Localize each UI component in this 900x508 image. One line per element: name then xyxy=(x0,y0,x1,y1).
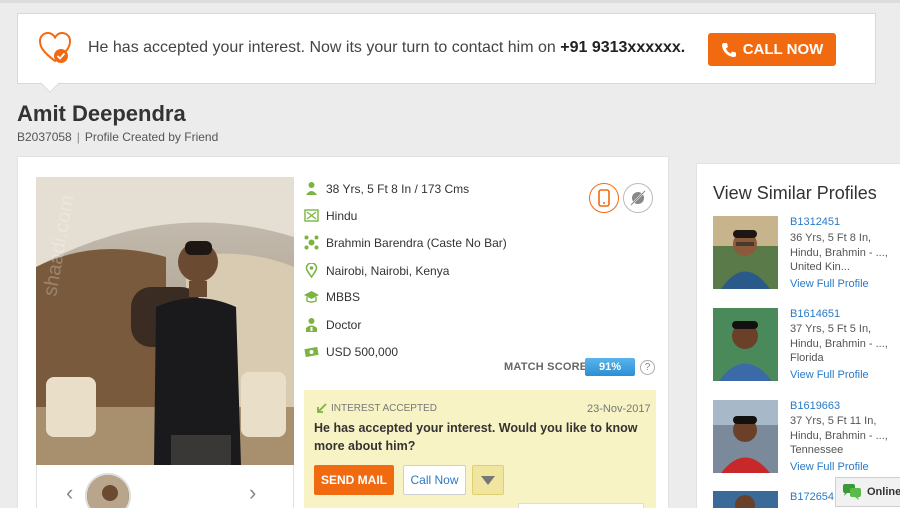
graduation-cap-icon xyxy=(304,291,319,303)
profile-photo[interactable]: shaadi.com xyxy=(36,177,294,465)
community-icon xyxy=(304,235,319,250)
location-pin-icon xyxy=(305,263,318,278)
online-chat-button[interactable]: Online xyxy=(835,477,900,507)
profile-created-by: Profile Created by Friend xyxy=(84,130,219,144)
detail-text: Brahmin Barendra (Caste No Bar) xyxy=(326,235,507,250)
separator: | xyxy=(76,130,80,144)
similar-profile-photo[interactable] xyxy=(713,491,778,508)
detail-community: Brahmin Barendra (Caste No Bar) xyxy=(304,235,507,250)
detail-text: 38 Yrs, 5 Ft 8 In / 173 Cms xyxy=(326,181,470,196)
similar-profile-photo[interactable] xyxy=(713,216,778,289)
jet-cabin-photo: shaadi.com xyxy=(36,177,294,465)
similar-profile-id[interactable]: B172654 xyxy=(790,491,834,503)
detail-text: Doctor xyxy=(326,317,362,332)
similar-profiles-title: View Similar Profiles xyxy=(713,183,877,203)
detail-location: Nairobi, Nairobi, Kenya xyxy=(304,263,449,278)
detail-text: Hindu xyxy=(326,208,358,223)
notice-text: He has accepted your interest. Now its y… xyxy=(88,39,556,56)
profile-name: Amit Deependra xyxy=(17,101,186,126)
interest-status: INTEREST ACCEPTED xyxy=(316,403,437,414)
accepted-arrow-icon xyxy=(317,403,327,413)
detail-income: USD 500,000 xyxy=(304,344,398,359)
view-full-profile-link[interactable]: View Full Profile xyxy=(790,278,869,290)
chat-bubbles-icon xyxy=(843,484,861,500)
detail-text: MBBS xyxy=(326,289,361,304)
partial-input-field[interactable] xyxy=(518,503,644,508)
help-icon[interactable]: ? xyxy=(640,360,655,375)
match-score-label: MATCH SCORE xyxy=(504,361,588,373)
person-icon xyxy=(306,182,317,195)
interest-message: He has accepted your interest. Would you… xyxy=(314,421,638,453)
similar-profile-id[interactable]: B1614651 xyxy=(790,308,840,320)
detail-text: Nairobi, Nairobi, Kenya xyxy=(326,263,450,278)
chevron-down-icon xyxy=(481,475,495,485)
send-mail-button[interactable]: SEND MAIL xyxy=(314,465,394,495)
detail-profession: Doctor xyxy=(304,317,361,332)
notice-phone: +91 9313xxxxxx. xyxy=(560,39,686,56)
interest-date: 23-Nov-2017 xyxy=(587,403,651,415)
heart-check-icon xyxy=(38,31,72,63)
similar-profile-desc: 37 Yrs, 5 Ft 11 In, Hindu, Brahmin - ...… xyxy=(790,415,888,456)
notice-message: He has accepted your interest. Now its y… xyxy=(88,39,685,57)
doctor-icon xyxy=(306,318,317,332)
similar-profile-photo[interactable] xyxy=(713,400,778,473)
detail-religion: Hindu xyxy=(304,208,357,223)
detail-education: MBBS xyxy=(304,289,360,304)
similar-profile-desc: 37 Yrs, 5 Ft 5 In, Hindu, Brahmin - ...,… xyxy=(790,323,888,364)
top-border xyxy=(0,0,900,3)
call-now-link-button[interactable]: Call Now xyxy=(403,465,466,495)
call-now-button[interactable]: CALL NOW xyxy=(708,33,836,66)
view-full-profile-link[interactable]: View Full Profile xyxy=(790,369,869,381)
more-options-button[interactable] xyxy=(472,465,504,495)
next-photo-arrow-icon[interactable]: › xyxy=(249,480,256,506)
match-score-bar: 91% xyxy=(585,358,635,376)
similar-profile-desc: 36 Yrs, 5 Ft 8 In, Hindu, Brahmin - ...,… xyxy=(790,232,888,273)
view-full-profile-link[interactable]: View Full Profile xyxy=(790,461,869,473)
phone-icon xyxy=(721,42,736,57)
profile-id: B2037058 xyxy=(17,130,72,144)
similar-profile-photo[interactable] xyxy=(713,308,778,381)
money-icon xyxy=(304,346,319,358)
social-media-icon[interactable] xyxy=(623,183,653,213)
call-now-label: CALL NOW xyxy=(742,41,824,58)
similar-profile-id[interactable]: B1619663 xyxy=(790,400,840,412)
religion-icon xyxy=(304,209,319,222)
detail-age-height: 38 Yrs, 5 Ft 8 In / 173 Cms xyxy=(304,181,469,196)
prev-photo-arrow-icon[interactable]: ‹ xyxy=(66,480,73,506)
online-label: Online xyxy=(867,486,900,498)
mobile-verified-icon[interactable] xyxy=(589,183,619,213)
similar-profile-id[interactable]: B1312451 xyxy=(790,216,840,228)
interest-status-label: INTEREST ACCEPTED xyxy=(331,403,437,414)
profile-subline: B2037058 | Profile Created by Friend xyxy=(17,130,218,144)
detail-text: USD 500,000 xyxy=(326,344,399,359)
